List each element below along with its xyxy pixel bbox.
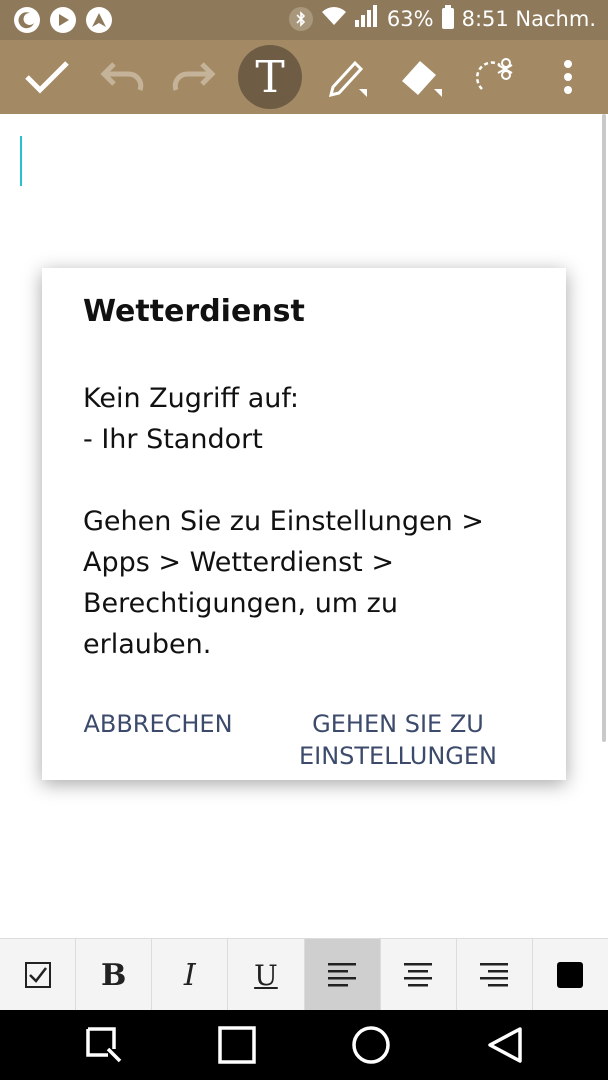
dialog-message: Kein Zugriff auf: - Ihr Standort Gehen S… (83, 383, 484, 660)
underline-icon: U (254, 958, 278, 992)
status-time: 8:51 Nachm. (461, 6, 596, 31)
cancel-button[interactable]: ABBRECHEN (82, 708, 234, 740)
bold-button[interactable]: B (76, 939, 153, 1011)
check-icon[interactable] (18, 40, 76, 114)
battery-icon (441, 5, 454, 29)
lasso-icon[interactable] (470, 40, 518, 114)
play-icon (50, 7, 76, 33)
nav-arrow-icon (86, 7, 112, 33)
underline-button[interactable]: U (228, 939, 305, 1011)
text-cursor (20, 136, 22, 186)
permission-dialog: Wetterdienst Kein Zugriff auf: - Ihr Sta… (42, 268, 566, 780)
align-right-icon (480, 963, 509, 987)
align-left-button[interactable] (304, 939, 381, 1011)
format-bar: B I U (0, 938, 608, 1011)
italic-button[interactable]: I (152, 939, 229, 1011)
recent-apps-icon[interactable] (64, 1010, 144, 1080)
status-right: 63% 8:51 Nachm. (288, 5, 596, 32)
align-center-icon (404, 963, 433, 987)
toolbar: T (0, 40, 608, 114)
text-tool-icon: T (238, 45, 302, 109)
status-bar: 63% 8:51 Nachm. (0, 0, 608, 40)
italic-icon: I (183, 957, 196, 993)
go-to-settings-button[interactable]: GEHEN SIE ZU EINSTELLUNGEN (286, 708, 510, 772)
align-right-button[interactable] (457, 939, 533, 1011)
bluetooth-icon (288, 6, 313, 31)
navigation-bar (0, 1010, 608, 1080)
text-tool-button[interactable]: T (238, 40, 302, 114)
bold-icon: B (101, 957, 127, 993)
wifi-icon (321, 6, 347, 31)
dialog-title: Wetterdienst (83, 294, 305, 329)
home-icon[interactable] (331, 1010, 411, 1080)
overview-icon[interactable] (197, 1010, 277, 1080)
checkbox-icon[interactable] (0, 939, 77, 1011)
scrollbar[interactable] (602, 114, 606, 742)
undo-icon[interactable] (96, 40, 148, 114)
pen-icon[interactable] (322, 40, 372, 114)
color-swatch-icon[interactable] (533, 939, 608, 1011)
redo-icon[interactable] (168, 40, 220, 114)
more-icon[interactable] (550, 40, 586, 114)
align-left-icon (328, 963, 357, 987)
status-left-icons (14, 7, 112, 33)
back-icon[interactable] (465, 1010, 545, 1080)
align-center-button[interactable] (381, 939, 457, 1011)
eraser-icon[interactable] (396, 40, 446, 114)
moon-icon (14, 7, 40, 33)
battery-percent: 63% (386, 6, 434, 31)
signal-icon (354, 5, 379, 32)
